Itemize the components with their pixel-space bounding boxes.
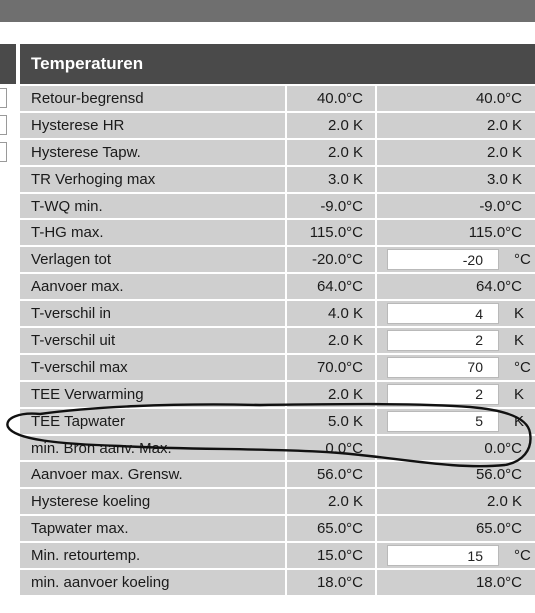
current-value: 2.0 K: [327, 331, 363, 349]
current-value: 40.0°C: [316, 89, 363, 107]
setting-value: 2.0 K: [486, 143, 522, 161]
current-value: 56.0°C: [316, 466, 363, 484]
setting-cell: K: [377, 409, 535, 434]
top-bar: [0, 0, 535, 22]
table-row: TEE Tapwater 5.0 K K: [20, 408, 535, 436]
table-row: Aanvoer max. Grensw. 56.0°C 56.0°C: [20, 462, 535, 490]
table-row: T-verschil max 70.0°C °C: [20, 354, 535, 382]
row-label: T-verschil uit: [31, 331, 116, 349]
setting-value: 18.0°C: [475, 573, 522, 591]
row-label: T-HG max.: [31, 224, 104, 242]
table-row: Hysterese koeling 2.0 K 2.0 K: [20, 489, 535, 517]
setting-input[interactable]: [387, 303, 499, 325]
unit-label: °C: [514, 251, 531, 269]
left-panel-edge: [0, 44, 16, 613]
row-label: Verlagen tot: [31, 251, 112, 269]
setting-input[interactable]: [387, 249, 499, 271]
left-panel-input[interactable]: [0, 88, 7, 108]
row-label: T-verschil in: [31, 305, 112, 323]
setting-value: 2.0 K: [486, 493, 522, 511]
table-row: Hysterese HR 2.0 K 2.0 K: [20, 112, 535, 140]
current-value: 18.0°C: [316, 573, 363, 591]
current-value: 70.0°C: [316, 358, 363, 376]
row-label: T-verschil max: [31, 358, 128, 376]
row-label: Hysterese Tapw.: [31, 143, 141, 161]
unit-label: K: [514, 305, 525, 323]
current-value: 65.0°C: [316, 520, 363, 538]
table-row: TR Verhoging max 3.0 K 3.0 K: [20, 166, 535, 194]
setting-cell: K: [377, 301, 535, 326]
setting-cell: °C: [377, 355, 535, 380]
setting-cell: °C: [377, 543, 535, 568]
setting-input[interactable]: [387, 545, 499, 567]
current-value: 5.0 K: [327, 412, 363, 430]
table-row: Retour-begrensd 40.0°C 40.0°C: [20, 86, 535, 113]
settings-table: Retour-begrensd 40.0°C 40.0°C Hysterese HR 2…: [20, 86, 535, 597]
setting-cell: K: [377, 382, 535, 407]
row-label: TEE Tapwater: [31, 412, 125, 430]
setting-input[interactable]: [387, 356, 499, 378]
setting-input[interactable]: [387, 383, 499, 405]
setting-input[interactable]: [387, 329, 499, 351]
setting-value: 2.0 K: [486, 116, 522, 134]
left-panel-header: [0, 44, 16, 84]
unit-label: K: [514, 412, 525, 430]
setting-cell: °C: [377, 247, 535, 272]
current-value: 0.0°C: [325, 439, 363, 457]
row-label: Aanvoer max. Grensw.: [31, 466, 183, 484]
current-value: 2.0 K: [327, 116, 363, 134]
table-row: Verlagen tot -20.0°C °C: [20, 247, 535, 275]
table-row: T-HG max. 115.0°C 115.0°C: [20, 220, 535, 248]
table-row: T-WQ min. -9.0°C -9.0°C: [20, 193, 535, 221]
row-label: Aanvoer max.: [31, 278, 124, 296]
current-value: -20.0°C: [311, 251, 363, 269]
setting-value: 65.0°C: [475, 520, 522, 538]
current-value: 115.0°C: [309, 224, 363, 242]
table-row: T-verschil in 4.0 K K: [20, 301, 535, 329]
row-label: min. Bron aanv. Max.: [31, 439, 172, 457]
current-value: 64.0°C: [316, 278, 363, 296]
current-value: -9.0°C: [320, 197, 363, 215]
table-row: Hysterese Tapw. 2.0 K 2.0 K: [20, 139, 535, 167]
current-value: 15.0°C: [316, 547, 363, 565]
table-row: T-verschil uit 2.0 K K: [20, 328, 535, 355]
table-row: Tapwater max. 65.0°C 65.0°C: [20, 516, 535, 544]
panel-title: Temperaturen: [20, 44, 535, 84]
row-label: min. aanvoer koeling: [31, 573, 170, 591]
table-row: Min. retourtemp. 15.0°C °C: [20, 543, 535, 571]
setting-value: -9.0°C: [479, 197, 522, 215]
unit-label: °C: [514, 358, 531, 376]
setting-value: 3.0 K: [486, 170, 522, 188]
table-row: TEE Verwarming 2.0 K K: [20, 381, 535, 409]
setting-cell: K: [377, 328, 535, 353]
setting-value: 64.0°C: [475, 278, 522, 296]
row-label: Hysterese HR: [31, 116, 125, 134]
row-label: Hysterese koeling: [31, 493, 151, 511]
unit-label: °C: [514, 547, 531, 565]
left-panel-input[interactable]: [0, 115, 7, 135]
setting-value: 115.0°C: [468, 224, 522, 242]
setting-input[interactable]: [387, 410, 499, 432]
table-row: Aanvoer max. 64.0°C 64.0°C: [20, 274, 535, 302]
table-row: min. Bron aanv. Max. 0.0°C 0.0°C: [20, 435, 535, 463]
row-label: Tapwater max.: [31, 520, 129, 538]
row-label: Min. retourtemp.: [31, 547, 141, 565]
row-label: T-WQ min.: [31, 197, 103, 215]
row-label: TR Verhoging max: [31, 170, 156, 188]
table-row: min. aanvoer koeling 18.0°C 18.0°C: [20, 570, 535, 597]
temperaturen-panel: Temperaturen Retour-begrensd 40.0°C 40.0°C…: [20, 44, 535, 597]
unit-label: K: [514, 331, 525, 349]
setting-value: 56.0°C: [475, 466, 522, 484]
setting-value: 0.0°C: [484, 439, 522, 457]
row-label: Retour-begrensd: [31, 89, 144, 107]
left-panel-input[interactable]: [0, 142, 7, 162]
current-value: 2.0 K: [327, 143, 363, 161]
current-value: 2.0 K: [327, 385, 363, 403]
setting-value: 40.0°C: [475, 89, 522, 107]
current-value: 4.0 K: [327, 305, 363, 323]
current-value: 2.0 K: [327, 493, 363, 511]
row-label: TEE Verwarming: [31, 385, 144, 403]
unit-label: K: [514, 385, 525, 403]
current-value: 3.0 K: [327, 170, 363, 188]
